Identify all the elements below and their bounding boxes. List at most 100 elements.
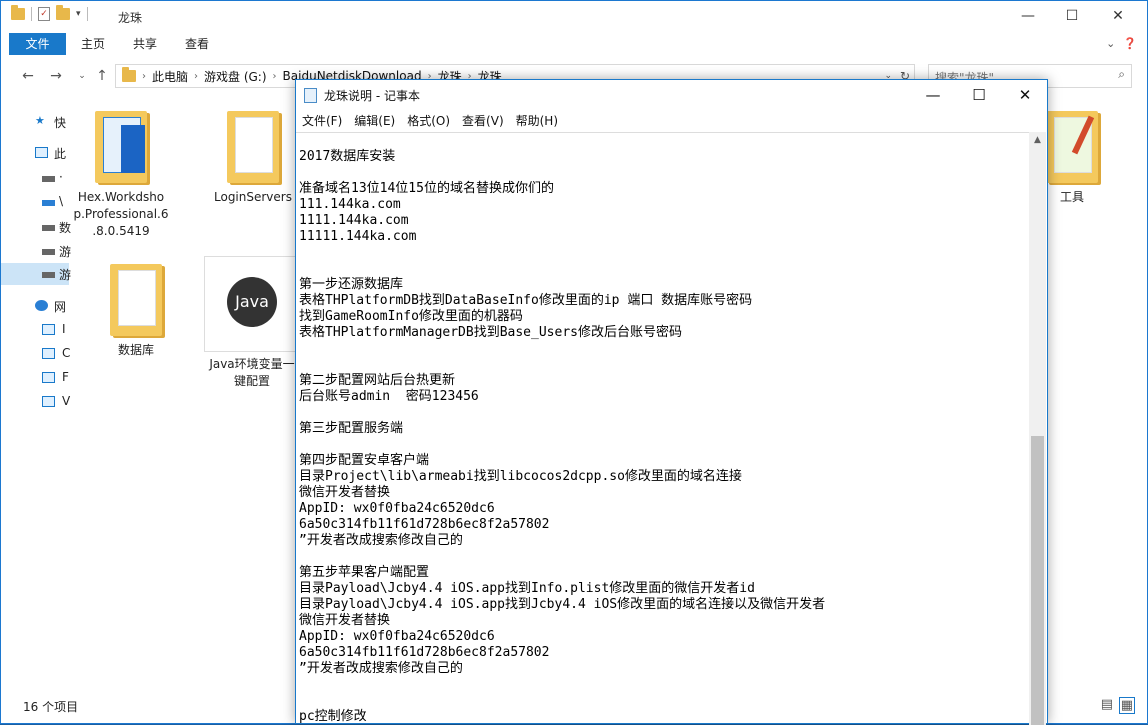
close-button[interactable]: ✕ (1095, 1, 1141, 31)
close-button[interactable]: ✕ (1002, 80, 1048, 110)
up-arrow-icon[interactable]: ↑ (91, 65, 113, 87)
drive-icon (42, 176, 55, 182)
chevron-right-icon[interactable]: › (194, 71, 198, 82)
java-icon: Java (227, 277, 277, 327)
drive-icon (42, 200, 55, 206)
file-item[interactable]: LoginServers (205, 99, 301, 206)
search-icon: ⌕ (1118, 67, 1125, 81)
maximize-button[interactable]: ☐ (1049, 1, 1095, 31)
file-item[interactable]: 数据库 (88, 252, 184, 359)
notepad-content: 2017数据库安装 准备域名13位14位15位的域名替换成你们的 111.144… (299, 149, 826, 724)
file-item[interactable]: Java Java环境变量一 键配置 (204, 256, 300, 390)
breadcrumb-drive[interactable]: 游戏盘 (G:) (204, 68, 267, 85)
file-name: LoginServers (214, 190, 292, 204)
sidebar-item-network-pc[interactable]: V (1, 391, 71, 413)
sidebar-item-quick-access[interactable]: ★ 快 (1, 111, 69, 133)
file-thumbnail: Java (204, 256, 300, 352)
navigation-pane: ★ 快 此 · \ 数 游 游 网 I C F V (1, 99, 72, 689)
minimize-button[interactable]: — (910, 80, 956, 110)
back-arrow-icon[interactable]: ← (17, 65, 39, 87)
star-icon: ★ (35, 114, 45, 127)
sidebar-label: 此 (54, 147, 67, 161)
file-name: 键配置 (233, 374, 270, 388)
folder-icon (122, 67, 136, 82)
item-count: 16 个项目 (23, 700, 79, 714)
sidebar-label: V (62, 394, 71, 408)
breadcrumb-this-pc[interactable]: 此电脑 (152, 68, 188, 85)
notepad-text-area[interactable]: 2017数据库安装 准备域名13位14位15位的域名替换成你们的 111.144… (296, 132, 1029, 725)
computer-icon (35, 147, 48, 158)
quick-access-toolbar: ✓ ▾ (11, 5, 88, 21)
sidebar-label: C (62, 346, 71, 360)
sidebar-label: I (62, 322, 66, 336)
tab-view[interactable]: 查看 (171, 33, 223, 55)
customize-toolbar-chevron-icon[interactable]: ▾ (76, 9, 81, 19)
menu-help[interactable]: 帮助(H) (510, 110, 564, 130)
sidebar-item-this-pc[interactable]: 此 (1, 142, 69, 164)
sidebar-item-drive-selected[interactable]: 游 (1, 263, 72, 285)
app-preview (121, 125, 145, 173)
drive-icon (42, 225, 55, 231)
folder-icon (95, 111, 147, 183)
drive-icon (42, 249, 55, 255)
chevron-right-icon[interactable]: › (142, 71, 146, 82)
sidebar-item-network-pc[interactable]: F (1, 367, 69, 389)
file-name: p.Professional.6 (73, 207, 169, 221)
file-name: .8.0.5419 (92, 224, 150, 238)
sidebar-item-network-pc[interactable]: C (1, 343, 71, 365)
separator (31, 7, 32, 21)
explorer-title: 龙珠 (118, 11, 143, 25)
file-name: Hex.Workdsho (77, 190, 165, 204)
forward-arrow-icon[interactable]: → (45, 65, 67, 87)
details-view-icon[interactable]: ▤ (1101, 697, 1113, 712)
new-folder-icon[interactable] (56, 5, 70, 20)
folder-icon (227, 111, 279, 183)
minimize-button[interactable]: — (1005, 1, 1051, 31)
notepad-menubar: 文件(F) 编辑(E) 格式(O) 查看(V) 帮助(H) (296, 110, 1047, 130)
sidebar-label: 游 (59, 268, 72, 282)
sidebar-item-network[interactable]: 网 (1, 295, 69, 317)
help-icon[interactable]: ❓ (1123, 37, 1137, 50)
menu-view[interactable]: 查看(V) (456, 110, 510, 130)
notepad-window: 龙珠说明 - 记事本 — ☐ ✕ 文件(F) 编辑(E) 格式(O) 查看(V)… (295, 79, 1048, 725)
sidebar-item-drive[interactable]: 数 (1, 216, 72, 238)
file-name: 数据库 (117, 343, 154, 357)
expand-ribbon-chevron-icon[interactable]: ⌄ (1106, 37, 1115, 50)
sidebar-label: · (59, 170, 63, 184)
sidebar-label: 数 (59, 221, 72, 235)
sidebar-item-drive[interactable]: · (1, 167, 69, 189)
computer-icon (42, 348, 55, 359)
tab-share[interactable]: 共享 (119, 33, 171, 55)
file-name: Java环境变量一 (209, 357, 295, 371)
menu-file[interactable]: 文件(F) (296, 110, 348, 130)
explorer-titlebar: ✓ ▾ 龙珠 — ☐ ✕ (1, 1, 1147, 33)
sidebar-item-network-pc[interactable]: I (1, 319, 69, 341)
ribbon-tabs: 文件 主页 共享 查看 ⌄ ❓ (1, 33, 1147, 55)
network-icon (35, 300, 48, 311)
ribbon-controls: ⌄ ❓ (1106, 37, 1137, 50)
large-icons-view-icon[interactable]: ▦ (1118, 697, 1135, 714)
sidebar-item-drive[interactable]: 游 (1, 240, 71, 262)
sidebar-label: 快 (54, 116, 67, 130)
document-preview (235, 117, 273, 173)
tab-home[interactable]: 主页 (67, 33, 119, 55)
folder-icon (11, 5, 25, 20)
tab-file[interactable]: 文件 (9, 33, 66, 55)
folder-icon (110, 264, 162, 336)
file-item[interactable]: Hex.Workdsho p.Professional.6 .8.0.5419 (73, 99, 169, 240)
chevron-right-icon[interactable]: › (273, 71, 277, 82)
separator (86, 7, 88, 21)
vertical-scrollbar[interactable]: ▲ (1029, 132, 1046, 725)
maximize-button[interactable]: ☐ (956, 80, 1002, 110)
notepad-title: 龙珠说明 - 记事本 (324, 89, 420, 103)
sidebar-label: \ (59, 194, 64, 208)
scrollbar-thumb[interactable] (1031, 436, 1044, 725)
notepad-titlebar: 龙珠说明 - 记事本 — ☐ ✕ (296, 80, 1047, 110)
sidebar-item-drive[interactable]: \ (1, 191, 69, 213)
recent-locations-chevron-icon[interactable]: ⌄ (71, 65, 93, 87)
properties-icon[interactable]: ✓ (38, 7, 50, 21)
scroll-up-arrow-icon[interactable]: ▲ (1029, 132, 1046, 149)
menu-edit[interactable]: 编辑(E) (348, 110, 401, 130)
document-preview (118, 270, 156, 326)
menu-format[interactable]: 格式(O) (401, 110, 456, 130)
